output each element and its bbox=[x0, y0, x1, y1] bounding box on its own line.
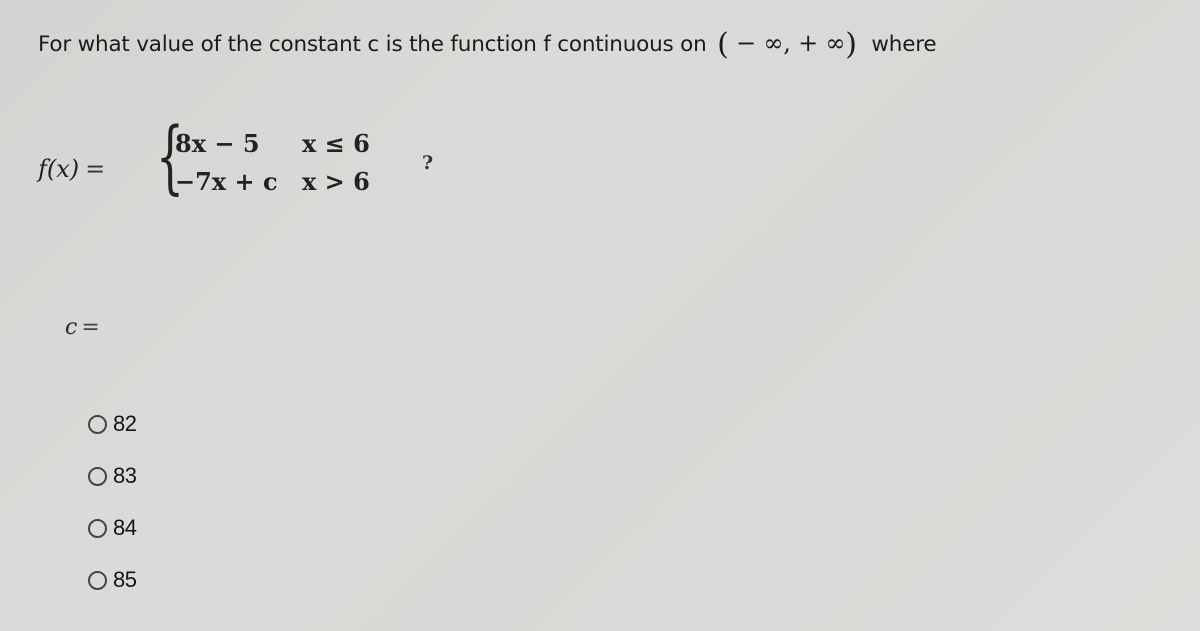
option-84[interactable]: 84 bbox=[88, 502, 137, 554]
radio-button[interactable] bbox=[88, 414, 107, 434]
function-lhs: f(x) = bbox=[38, 155, 105, 183]
interval-open-paren: ( bbox=[717, 27, 729, 62]
interval-left: − ∞, bbox=[736, 29, 791, 57]
radio-button[interactable] bbox=[88, 570, 107, 590]
question-mark: ? bbox=[422, 152, 434, 174]
case-condition: x > 6 bbox=[302, 167, 370, 196]
question-prefix: For what value of the constant c is the … bbox=[38, 32, 707, 57]
function-name: f(x) bbox=[38, 155, 80, 183]
option-label: 84 bbox=[113, 515, 137, 540]
radio-button[interactable] bbox=[88, 518, 107, 538]
question-suffix: where bbox=[871, 32, 937, 57]
option-85[interactable]: 85 bbox=[88, 554, 137, 606]
answer-prompt: c = bbox=[65, 315, 100, 340]
answer-options: 82 83 84 85 bbox=[88, 398, 137, 606]
interval-right: + ∞ bbox=[798, 29, 846, 57]
interval-notation: ( − ∞, + ∞) bbox=[717, 27, 857, 62]
option-label: 85 bbox=[113, 567, 137, 592]
case-row-2: −7x + c x > 6 bbox=[175, 167, 370, 196]
case-row-1: 8x − 5 x ≤ 6 bbox=[175, 129, 370, 158]
question-text: For what value of the constant c is the … bbox=[38, 27, 937, 62]
answer-equals: = bbox=[81, 315, 100, 340]
interval-close-paren: ) bbox=[845, 27, 857, 62]
case-condition: x ≤ 6 bbox=[302, 129, 370, 158]
answer-variable: c bbox=[65, 315, 78, 340]
option-label: 82 bbox=[113, 411, 137, 436]
case-expression: 8x − 5 bbox=[175, 129, 260, 158]
radio-button[interactable] bbox=[88, 466, 107, 486]
option-83[interactable]: 83 bbox=[88, 450, 137, 502]
option-82[interactable]: 82 bbox=[88, 398, 137, 450]
case-expression: −7x + c bbox=[175, 167, 278, 196]
equals-sign: = bbox=[85, 155, 106, 183]
option-label: 83 bbox=[113, 463, 137, 488]
